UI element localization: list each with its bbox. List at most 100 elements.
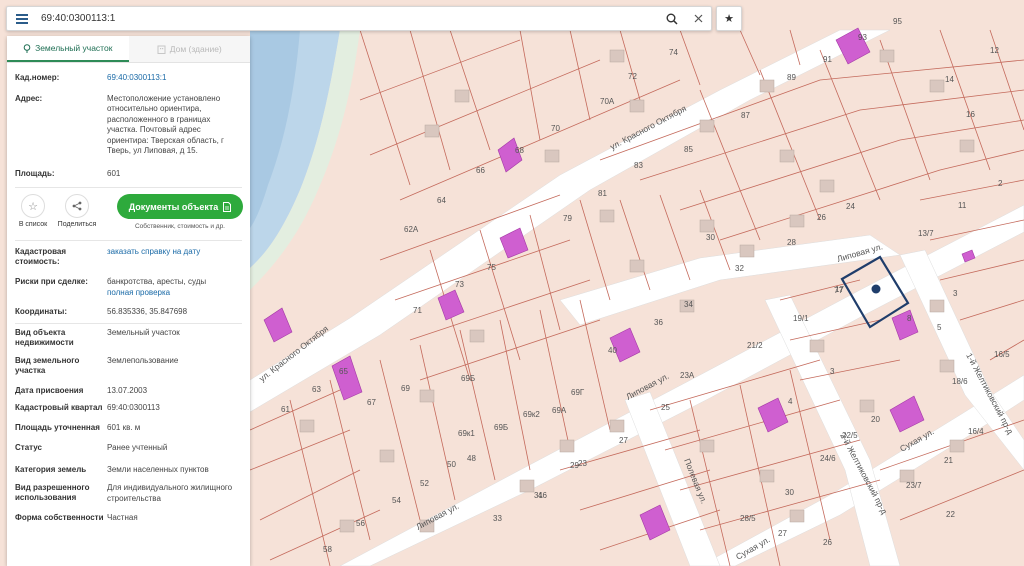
area-label: Площадь: [15,168,55,178]
row-object-type: Вид объекта недвижимости Земельный участ… [7,328,250,348]
tab-land-parcel[interactable]: Земельный участок [7,36,129,62]
documents-subtitle: Собственник, стоимость и др. [134,223,225,230]
parcel-number-label: 62А [404,225,419,234]
hamburger-icon [16,13,28,24]
row-address: Адрес: Местоположение установлено относи… [7,94,250,157]
search-bar [6,6,712,31]
parcel-number-label: 69А [552,406,567,415]
document-icon [223,201,232,212]
documents-button[interactable]: Документы объекта [117,194,243,219]
tab-building[interactable]: Дом (здание) [128,36,250,62]
row-status: Статус Ранее учтенный [7,443,250,454]
divider [15,187,242,188]
parcel-number-label: 23А [680,371,695,380]
search-button[interactable] [659,7,685,30]
parcel-number-label: 28 [787,238,796,247]
building-icon [157,45,166,54]
quarter-label: Кадастровый квартал [15,403,103,412]
parcel-number-label: 81 [598,189,607,198]
parcel-number-label: 3 [830,367,835,376]
parcel-number-label: 32 [735,264,744,273]
tab-land-parcel-label: Земельный участок [35,43,113,53]
row-area: Площадь: 601 [7,169,250,180]
parcel-number-label: 25 [661,403,670,412]
parcel-number-label: 46 [538,491,547,500]
star-outline-icon: ☆ [28,200,38,213]
parcel-number-label: 69к1 [458,429,475,438]
parcel-number-label: 67 [367,398,376,407]
parcel-number-label: 48 [467,454,476,463]
category-value: Земли населенных пунктов [107,464,209,474]
divider [15,240,242,241]
coords-label: Координаты: [15,307,68,316]
parcel-number-label: 33 [493,514,502,523]
parcel-number-label: 91 [823,55,832,64]
search-input[interactable] [37,7,659,30]
address-label: Адрес: [15,93,43,103]
permitted-use-label: Вид разрешенного использования [15,483,90,502]
share-label: Поделиться [57,221,97,228]
add-to-list-button[interactable]: ☆ В список [11,194,55,228]
row-risks: Риски при сделке: банкротства, аресты, с… [7,277,250,298]
parcel-number-label: 85 [684,145,693,154]
bookmark-button[interactable]: ★ [716,6,742,31]
parcel-number-label: 69к2 [523,410,540,419]
docs-section: Документы объекта Собственник, стоимость… [117,194,243,230]
land-type-label: Вид земельного участка [15,355,80,375]
share-button[interactable]: Поделиться [55,194,99,228]
parcel-number-label: 21 [944,456,953,465]
action-bar: ☆ В список Поделиться Документы объекта … [7,194,250,240]
cad-number-value[interactable]: 69:40:0300113:1 [107,73,242,84]
pin-icon [23,43,31,53]
status-value: Ранее учтенный [107,443,168,452]
coords-value: 56.835336, 35.847698 [107,307,188,316]
parcel-number-label: 58 [323,545,332,554]
object-type-value: Земельный участок [107,327,180,337]
address-value: Местоположение установлено относительно … [107,93,224,156]
parcel-number-label: 16/4 [968,427,984,436]
parcel-number-label: 75 [487,263,496,272]
parcel-number-label: 22/5 [842,431,858,440]
parcel-number-label: 63 [312,385,321,394]
divider [15,322,242,324]
area-value: 601 [107,168,121,178]
cad-cost-link[interactable]: заказать справку на дату [107,247,242,267]
object-type-label: Вид объекта недвижимости [15,327,74,347]
parcel-number-label: 87 [741,111,750,120]
parcel-number-label: 70 [551,124,560,133]
ownership-label: Форма собственности [15,513,104,522]
full-check-link[interactable]: полная проверка [107,288,242,299]
parcel-number-label: 5 [937,323,942,332]
panel-tabs: Земельный участок Дом (здание) [7,36,250,63]
parcel-number-label: 40 [608,346,617,355]
clear-button[interactable] [685,7,711,30]
parcel-number-label: 12 [990,46,999,55]
add-to-list-label: В список [18,221,48,228]
parcel-number-label: 16/5 [994,350,1010,359]
parcel-number-label: 24/6 [820,454,836,463]
menu-button[interactable] [7,7,37,30]
parcel-number-label: 22 [946,510,955,519]
parcel-number-label: 17 [835,285,844,294]
parcel-number-label: 69Г [571,388,585,397]
parcel-number-label: 69 [401,384,410,393]
parcel-number-label: 50 [447,460,456,469]
parcel-number-label: 2 [998,179,1003,188]
row-land-type: Вид земельного участка Землепользование [7,356,250,376]
search-icon [666,13,678,25]
risks-label: Риски при сделке: [15,277,88,286]
parcel-number-label: 66 [476,166,485,175]
parcel-number-label: 26 [817,213,826,222]
parcel-number-label: 70А [600,97,615,106]
land-type-value: Землепользование [107,355,179,365]
precise-area-value: 601 кв. м [107,422,141,432]
parcel-number-label: 52 [420,479,429,488]
row-cad-number: Кад.номер: 69:40:0300113:1 [7,73,250,84]
parcel-number-label: 14 [945,75,954,84]
close-icon [694,14,702,23]
parcel-number-label: 16 [966,110,975,119]
row-quarter: Кадастровый квартал 69:40:0300113 [7,403,250,414]
parcel-number-label: 11 [958,201,967,210]
parcel-number-label: 27 [619,436,628,445]
documents-button-label: Документы объекта [128,201,219,212]
